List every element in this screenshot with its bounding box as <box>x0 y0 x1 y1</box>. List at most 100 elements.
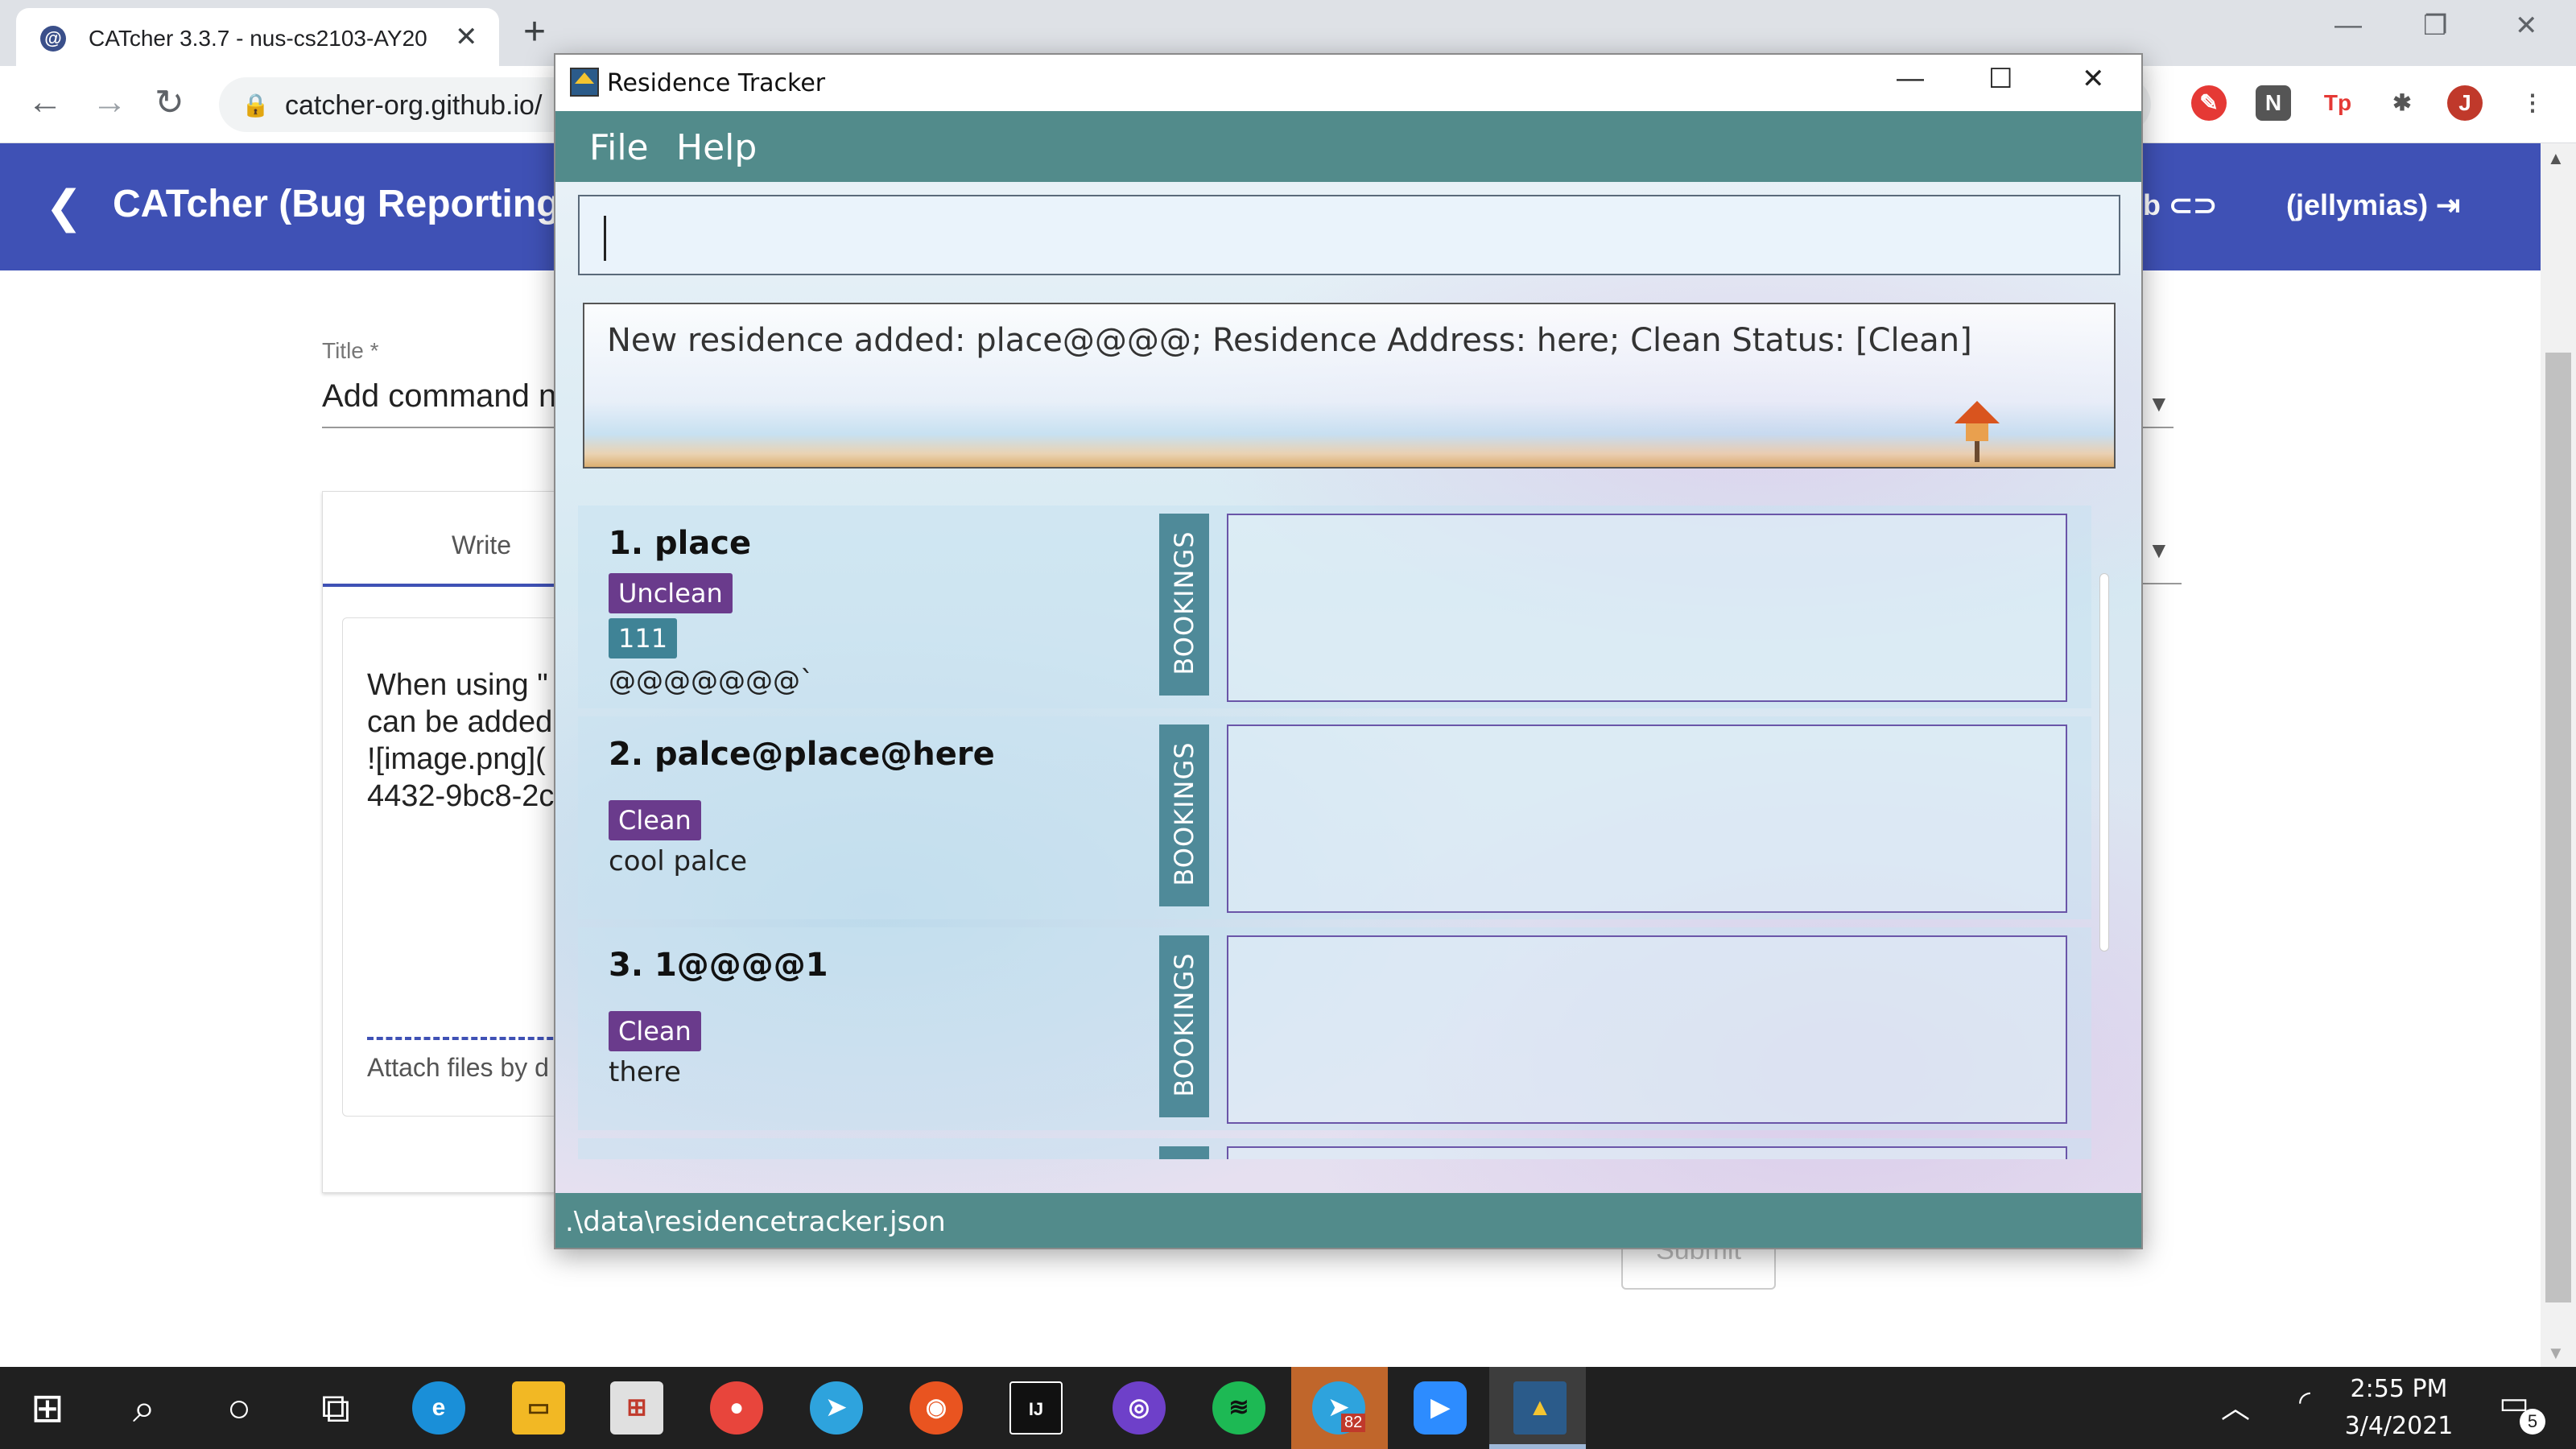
browser-tab-title: CATcher 3.3.7 - nus-cs2103-AY20 <box>89 26 427 51</box>
menu-help[interactable]: Help <box>676 127 757 168</box>
bookings-panel <box>1227 724 2067 913</box>
link-icon: ⊂⊃ <box>2169 188 2218 221</box>
residence-address: there <box>609 1056 681 1088</box>
tab-close-icon[interactable]: ✕ <box>455 21 478 53</box>
scroll-down-icon[interactable]: ▼ <box>2547 1343 2565 1364</box>
windows-start-icon[interactable]: ⊞ <box>21 1385 74 1431</box>
list-item[interactable] <box>578 1138 2091 1159</box>
file-explorer-icon[interactable]: ▭ <box>512 1381 565 1435</box>
result-display: New residence added: place@@@@; Residenc… <box>583 303 2116 469</box>
url-text: catcher-org.github.io/ <box>285 90 543 121</box>
residence-name: 1. place <box>609 525 752 562</box>
bookings-panel <box>1227 1146 2067 1159</box>
residence-name: 3. 1@@@@1 <box>609 947 828 984</box>
bookings-panel <box>1227 514 2067 702</box>
page-scrollbar[interactable]: ▲ ▼ <box>2541 143 2576 1367</box>
edge-icon[interactable]: e <box>412 1381 465 1435</box>
title-field-label: Title * <box>322 338 379 363</box>
list-item[interactable]: 1. place Unclean 111 @@@@@@@` BOOKINGS <box>578 506 2091 708</box>
browser-restore-icon[interactable]: ❐ <box>2423 10 2447 42</box>
catcher-favicon-icon: @ <box>40 26 66 52</box>
wifi-icon[interactable]: ◜ <box>2278 1385 2331 1418</box>
window-title: Residence Tracker <box>607 69 826 97</box>
extensions-puzzle-icon[interactable]: ✱ <box>2384 85 2420 121</box>
logout-icon: ⇥ <box>2436 188 2461 221</box>
store-icon[interactable]: ⊞ <box>610 1381 663 1435</box>
extension-red-icon[interactable]: ✎ <box>2191 85 2227 121</box>
list-scroll-thumb[interactable] <box>2099 573 2109 952</box>
status-badge: Unclean <box>609 573 733 613</box>
attach-files-text[interactable]: Attach files by d <box>367 1053 549 1083</box>
menu-file[interactable]: File <box>589 127 649 168</box>
result-message: New residence added: place@@@@; Residenc… <box>607 322 1972 359</box>
residence-tracker-app-icon <box>570 68 599 97</box>
browser-close-icon[interactable]: ✕ <box>2515 10 2538 42</box>
menu-bar: File Help <box>555 111 2141 182</box>
residence-tracker-taskbar-icon[interactable]: ▲ <box>1513 1381 1567 1435</box>
task-view-icon[interactable]: ⧉ <box>309 1385 362 1432</box>
back-arrow-icon[interactable]: ← <box>27 82 63 122</box>
status-bar: .\data\residencetracker.json <box>555 1193 2141 1248</box>
active-window-indicator <box>1489 1444 1586 1449</box>
title-field[interactable]: Add command n <box>322 378 556 415</box>
window-maximize-icon[interactable]: ☐ <box>1988 63 2013 95</box>
list-item[interactable]: 3. 1@@@@1 Clean there BOOKINGS <box>578 927 2091 1130</box>
telegram-icon[interactable]: ➤ <box>810 1381 863 1435</box>
zoom-icon[interactable]: ▶ <box>1414 1381 1467 1435</box>
catcher-page-title: CATcher (Bug Reporting <box>113 183 560 225</box>
intellij-icon[interactable]: IJ <box>1009 1381 1063 1435</box>
search-icon[interactable]: ⌕ <box>118 1385 171 1432</box>
ubuntu-icon[interactable]: ◉ <box>910 1381 963 1435</box>
residence-tracker-window: Residence Tracker — ☐ ✕ File Help New re… <box>554 53 2143 1249</box>
residence-address: @@@@@@@` <box>609 665 814 697</box>
bookings-label-text: BOOKINGS <box>1169 530 1199 675</box>
back-chevron-icon[interactable]: ❮ <box>45 180 83 233</box>
profile-avatar[interactable]: J <box>2447 85 2483 121</box>
spotify-icon[interactable]: ≋ <box>1212 1381 1265 1435</box>
chevron-down-icon[interactable]: ▼ <box>2148 391 2170 417</box>
bookings-label-text: BOOKINGS <box>1169 741 1199 886</box>
list-scrollbar[interactable] <box>2096 522 2112 1159</box>
page-scroll-thumb[interactable] <box>2545 353 2571 1302</box>
status-badge: Clean <box>609 800 701 840</box>
bookings-panel <box>1227 935 2067 1124</box>
bookings-label: BOOKINGS <box>1159 514 1209 696</box>
forward-arrow-icon[interactable]: → <box>92 82 127 122</box>
cortana-icon[interactable]: ○ <box>213 1385 266 1431</box>
window-close-icon[interactable]: ✕ <box>2082 63 2105 95</box>
bookings-label <box>1159 1146 1209 1159</box>
text-caret <box>604 216 606 261</box>
extension-n-icon[interactable]: N <box>2256 85 2291 121</box>
residence-name: 2. palce@place@here <box>609 736 995 773</box>
chevron-down-icon[interactable]: ▼ <box>2148 538 2170 564</box>
browser-minimize-icon[interactable]: — <box>2334 10 2362 41</box>
lock-icon: 🔒 <box>242 93 270 118</box>
residence-list: 1. place Unclean 111 @@@@@@@` BOOKINGS 2… <box>578 506 2091 1159</box>
show-hidden-icons-chevron-icon[interactable]: ︿ <box>2209 1385 2262 1426</box>
list-item[interactable]: 2. palce@place@here Clean cool palce BOO… <box>578 716 2091 919</box>
new-tab-icon[interactable]: + <box>523 10 546 54</box>
residence-address: cool palce <box>609 845 748 877</box>
scroll-up-icon[interactable]: ▲ <box>2547 148 2565 169</box>
browser-tab[interactable]: @ CATcher 3.3.7 - nus-cs2103-AY20 ✕ <box>16 8 499 66</box>
notification-count-badge: 5 <box>2520 1409 2545 1435</box>
tag-badge: 111 <box>609 618 678 658</box>
chrome-icon[interactable]: ● <box>710 1381 763 1435</box>
command-input[interactable] <box>578 195 2120 275</box>
logout-button[interactable]: (jellymias) ⇥ <box>2286 188 2460 222</box>
clock-date[interactable]: 3/4/2021 <box>2334 1412 2463 1440</box>
window-minimize-icon[interactable]: — <box>1897 63 1924 94</box>
browser-menu-icon[interactable]: ⋮ <box>2515 85 2550 121</box>
description-text: When using " can be added ![image.png]( … <box>367 668 555 813</box>
bookings-label: BOOKINGS <box>1159 935 1209 1117</box>
extension-tp-icon[interactable]: Tp <box>2320 85 2355 121</box>
clock-time[interactable]: 2:55 PM <box>2334 1375 2463 1403</box>
github-desktop-icon[interactable]: ◎ <box>1113 1381 1166 1435</box>
bookings-label: BOOKINGS <box>1159 724 1209 906</box>
status-badge: Clean <box>609 1011 701 1051</box>
reload-icon[interactable]: ↻ <box>155 82 184 123</box>
tab-write[interactable]: Write <box>452 530 511 560</box>
telegram-badge: 82 <box>1341 1414 1366 1432</box>
window-titlebar[interactable]: Residence Tracker — ☐ ✕ <box>555 55 2141 111</box>
windows-taskbar: ⊞ ⌕ ○ ⧉ e ▭ ⊞ ● ➤ ◉ IJ ◎ ≋ ➤ 82 ▶ ▲ ︿ ◜ … <box>0 1367 2576 1449</box>
